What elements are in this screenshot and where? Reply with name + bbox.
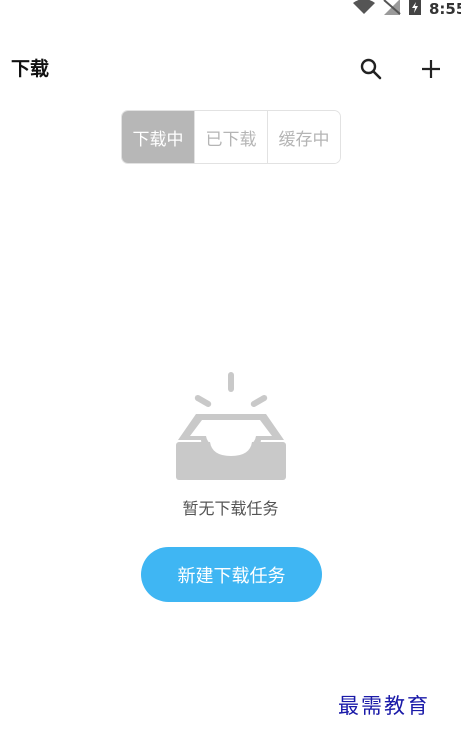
add-icon (422, 60, 440, 78)
tab-downloading[interactable]: 下载中 (122, 111, 194, 163)
watermark-text: 最需教育 (338, 694, 430, 718)
tab-downloaded[interactable]: 已下载 (194, 111, 267, 163)
empty-inbox-icon (172, 370, 290, 482)
search-button[interactable] (357, 55, 385, 83)
search-icon (360, 58, 382, 80)
new-download-task-button[interactable]: 新建下载任务 (141, 547, 322, 602)
status-time: 8:55 (429, 0, 461, 18)
download-screen: 8:55 下载 下载中 已下载 缓存中 (0, 0, 461, 737)
download-tabs: 下载中 已下载 缓存中 (121, 110, 341, 164)
no-signal-icon (383, 0, 401, 19)
status-bar: 8:55 (353, 0, 461, 18)
add-button[interactable] (417, 55, 445, 83)
wifi-icon (353, 0, 375, 19)
battery-charging-icon (409, 0, 421, 19)
page-title: 下载 (11, 58, 50, 80)
tab-caching[interactable]: 缓存中 (267, 111, 340, 163)
empty-message: 暂无下载任务 (182, 499, 279, 518)
